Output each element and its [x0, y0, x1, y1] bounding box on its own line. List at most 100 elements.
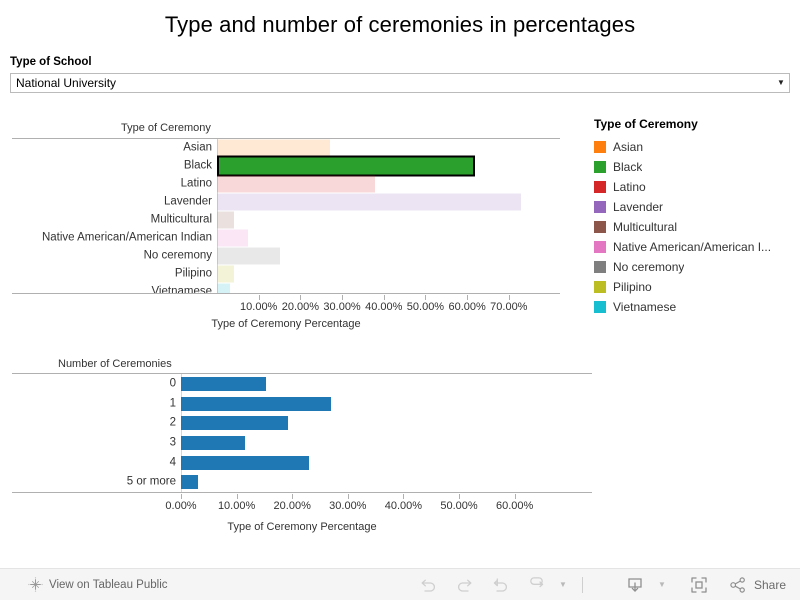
legend-item-label: Latino	[613, 180, 646, 194]
bar[interactable]	[217, 283, 230, 293]
category-label[interactable]: 2	[170, 417, 176, 429]
tableau-logo-icon	[28, 577, 43, 592]
legend-swatch-icon	[594, 141, 606, 153]
legend-item[interactable]: Lavender	[594, 197, 800, 217]
toolbar-divider	[582, 576, 583, 593]
x-tick-mark	[236, 494, 238, 499]
number-of-ceremonies-chart: Number of Ceremonies 0 1 2 3 4 5 or more 0.00…	[0, 358, 600, 548]
redo-button[interactable]	[446, 572, 482, 598]
legend-item-label: Vietnamese	[613, 300, 677, 314]
category-label[interactable]: 3	[170, 437, 176, 449]
legend-swatch-icon	[594, 241, 606, 253]
fullscreen-button[interactable]	[681, 572, 717, 598]
legend-item-label: Pilipino	[613, 280, 652, 294]
chart2-x-axis-title: Type of Ceremony Percentage	[227, 521, 377, 533]
chart1-x-axis-title: Type of Ceremony Percentage	[211, 318, 361, 330]
category-label[interactable]: Vietnamese	[151, 286, 212, 293]
category-label[interactable]: 1	[170, 397, 176, 410]
page-title: Type and number of ceremonies in percent…	[164, 12, 636, 37]
bar[interactable]	[181, 475, 198, 490]
category-label[interactable]: Latino	[181, 178, 212, 190]
x-tick-mark	[300, 295, 302, 300]
bar[interactable]	[217, 139, 330, 157]
bar[interactable]	[217, 193, 522, 211]
legend-item-label: Multicultural	[613, 220, 678, 234]
type-of-school-select[interactable]: National University ▼	[10, 73, 790, 93]
bar[interactable]	[217, 175, 376, 193]
x-tick-label: 60.00%	[495, 500, 534, 512]
x-tick-mark	[459, 494, 461, 499]
x-tick-label: 40.00%	[384, 500, 423, 512]
undo-button[interactable]	[410, 572, 446, 598]
category-label[interactable]: Native American/American Indian	[42, 232, 212, 244]
x-tick-mark	[467, 295, 469, 300]
category-label[interactable]: Pilipino	[175, 268, 212, 280]
bar[interactable]	[181, 435, 245, 450]
x-tick-mark	[292, 494, 294, 499]
chart2-corner-label: Number of Ceremonies	[58, 358, 172, 370]
view-on-tableau-public-link[interactable]: View on Tableau Public	[28, 577, 168, 592]
bar[interactable]	[217, 155, 475, 177]
legend-item[interactable]: Latino	[594, 177, 800, 197]
revert-button[interactable]	[482, 572, 518, 598]
x-tick-label: 60.00%	[448, 301, 486, 313]
legend-item[interactable]: No ceremony	[594, 257, 800, 277]
toolbar-actions: ▼	[410, 572, 593, 598]
bar[interactable]	[217, 229, 249, 247]
category-label[interactable]: 0	[170, 378, 176, 390]
bar[interactable]	[217, 265, 234, 283]
category-label[interactable]: Multicultural	[151, 214, 212, 226]
tableau-toolbar: View on Tableau Public ▼ ▼ Share	[0, 568, 800, 600]
chevron-down-icon[interactable]: ▼	[773, 74, 789, 92]
category-label[interactable]: Asian	[183, 142, 212, 154]
category-label[interactable]: 5 or more	[127, 476, 176, 488]
x-tick-label: 30.00%	[323, 301, 361, 313]
share-label[interactable]: Share	[754, 578, 786, 592]
x-tick-mark	[425, 295, 427, 300]
legend-item[interactable]: Vietnamese	[594, 297, 800, 317]
x-tick-mark	[342, 295, 344, 300]
view-on-tableau-public-label: View on Tableau Public	[49, 578, 168, 591]
x-tick-label: 30.00%	[329, 500, 367, 512]
category-label[interactable]: Black	[184, 160, 212, 172]
tableau-dashboard: Type and number of ceremonies in percent…	[0, 0, 800, 600]
legend-item[interactable]: Black	[594, 157, 800, 177]
ceremony-type-chart: Type of Ceremony Asian Black Latino Lavende…	[0, 122, 580, 347]
category-label[interactable]: Lavender	[164, 196, 212, 208]
type-of-school-filter: Type of School National University ▼	[10, 56, 790, 93]
x-tick-label: 10.00%	[240, 301, 278, 313]
chart2-x-axis: 0.00% 10.00% 20.00% 30.00% 40.00% 50.00% 60.00…	[12, 494, 592, 512]
legend-item[interactable]: Pilipino	[594, 277, 800, 297]
legend-swatch-icon	[594, 301, 606, 313]
legend-item-label: Black	[613, 160, 643, 174]
x-tick-label: 10.00%	[217, 500, 256, 512]
x-tick-mark	[508, 295, 510, 300]
bar[interactable]	[181, 455, 309, 470]
legend-swatch-icon	[594, 261, 606, 273]
bar[interactable]	[181, 416, 288, 431]
category-label[interactable]: 4	[170, 456, 176, 469]
legend-item[interactable]: Multicultural	[594, 217, 800, 237]
bar[interactable]	[181, 396, 332, 411]
share-icon[interactable]	[727, 572, 749, 598]
bar[interactable]	[217, 211, 234, 229]
x-tick-mark	[181, 494, 182, 499]
x-tick-label: 20.00%	[273, 500, 311, 512]
bar[interactable]	[217, 247, 281, 265]
refresh-dropdown-caret-icon[interactable]: ▼	[554, 580, 572, 589]
x-tick-label: 40.00%	[365, 301, 403, 313]
refresh-button[interactable]	[518, 572, 554, 598]
chart1-x-axis: 10.00% 20.00% 30.00% 40.00% 50.00% 60.00% 70.0…	[12, 295, 560, 313]
category-label[interactable]: No ceremony	[144, 250, 212, 262]
chart1-plot-area: Asian Black Latino Lavender Multicultural Nat…	[12, 138, 560, 294]
legend-item-label: Native American/American I...	[613, 240, 772, 254]
legend-item[interactable]: Asian	[594, 137, 800, 157]
x-tick-label: 20.00%	[281, 301, 320, 313]
download-button[interactable]	[617, 572, 653, 598]
x-tick-label: 50.00%	[406, 301, 445, 313]
x-tick-label: 50.00%	[440, 500, 478, 512]
legend-item-label: Lavender	[613, 200, 664, 214]
legend-item[interactable]: Native American/American I...	[594, 237, 800, 257]
bar[interactable]	[181, 376, 266, 391]
download-dropdown-caret-icon[interactable]: ▼	[653, 580, 671, 589]
